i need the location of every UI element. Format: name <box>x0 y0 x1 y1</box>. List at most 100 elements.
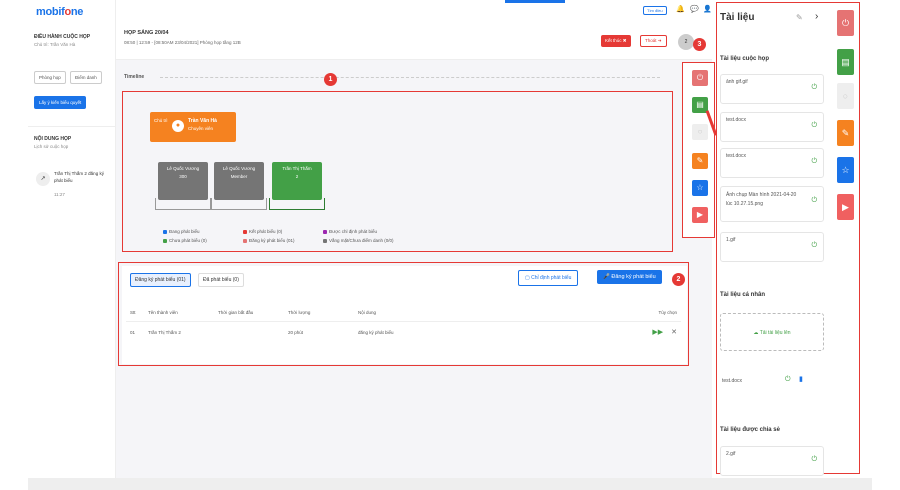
user-icon-top[interactable]: 👤 <box>703 5 712 13</box>
tab-registered[interactable]: Đăng ký phát biểu (01) <box>130 273 191 287</box>
table-row: 01 Trần Thị Thắm 2 20 phút đăng ký phát … <box>126 322 681 343</box>
chevron-right-icon[interactable]: › <box>815 11 818 22</box>
queue-card-3[interactable]: Trần Thị Thắm 2 <box>272 162 322 200</box>
top-right-button[interactable]: Tìm điều <box>643 6 667 15</box>
meeting-room-button[interactable]: Phòng họp <box>34 71 66 84</box>
end-meeting-button[interactable]: Kết thúc ✖ <box>601 35 631 47</box>
doc-side-icon[interactable]: ▤ <box>837 49 854 75</box>
document-item[interactable]: Ảnh chụp Màn hình 2021-04-20 lúc 10.27.1… <box>720 186 824 222</box>
queue-name: Trần Thị Thắm <box>282 166 312 171</box>
user-icon: ● <box>172 120 184 132</box>
col-header: Tên thành viên <box>144 304 214 322</box>
cell-stt: 01 <box>130 329 136 335</box>
edit-tool-icon[interactable]: ✎ <box>692 153 708 169</box>
feedback-button[interactable]: Lấy ý kiến biểu quyết <box>34 96 87 109</box>
meeting-header: HỌP SÁNG 20/04 08:50 | 12:59 - [08:50AM … <box>116 20 712 60</box>
marker-2: 2 <box>672 273 685 286</box>
download-icon[interactable]: ⏻ <box>811 456 817 464</box>
speech-table: Stt Tên thành viên Thời gian bắt đầu Thờ… <box>126 304 681 342</box>
left-panel-subtitle: Chủ trì: Trần Văn Hà <box>34 42 76 47</box>
pdf-tool-icon[interactable]: ⏻ <box>692 70 708 86</box>
legend-item: Chưa phát biểu (0) <box>163 238 207 243</box>
register-speech-button[interactable]: 🎤 Đăng ký phát biểu <box>597 270 662 284</box>
activity-time: 11:27 <box>54 192 65 197</box>
upload-dropzone[interactable]: ☁ Tải tài liệu lên <box>720 313 824 351</box>
meeting-history-label: Lịch sử cuộc họp <box>34 144 69 149</box>
pdf-side-icon[interactable]: ⏻ <box>837 10 854 36</box>
meeting-time: 08:50 | 12:59 - [08:50AM 23/04/2021] Phò… <box>124 40 241 45</box>
assign-speaker-button[interactable]: ▢ Chỉ định phát biểu <box>518 270 579 286</box>
left-panel-title: ĐIỀU HÀNH CUỘC HỌP <box>34 34 91 40</box>
seat-icon <box>155 198 211 210</box>
document-item[interactable]: 1.gif ⏻ <box>720 232 824 262</box>
queue-detail: 2 <box>295 174 299 179</box>
logo: mobifone <box>36 6 84 18</box>
col-header: Thời gian bắt đầu <box>214 304 284 322</box>
disabled-tool-icon[interactable]: ○ <box>692 124 708 140</box>
documents-title: Tài liệu <box>720 12 755 23</box>
document-item[interactable]: 2.gif ⏻ <box>720 446 824 476</box>
cell-duration: 20 phút <box>288 329 304 335</box>
chair-title: Chuyên viên <box>188 126 214 131</box>
cell-content: đăng ký phát biểu <box>358 329 394 335</box>
queue-card-2[interactable]: Lê Quốc Vương Member <box>214 162 264 200</box>
seat-icon <box>269 198 325 210</box>
video-side-icon[interactable]: ▶ <box>837 194 854 220</box>
col-header: Tùy chọn <box>631 304 681 322</box>
cell-actions: ▶▶ ✕ <box>631 322 681 343</box>
activity-text: Trần Thị Thắm 2 đăng ký phát biểu <box>54 171 104 183</box>
bell-icon[interactable]: 🔔 <box>676 5 685 13</box>
col-header: Stt <box>126 304 144 322</box>
marker-3: 3 <box>693 38 706 51</box>
meeting-content-title: NỘI DUNG HỌP <box>34 136 72 142</box>
queue-name: Lê Quốc Vương <box>222 166 256 171</box>
meeting-docs-section: Tài liệu cuộc họp <box>720 56 770 62</box>
download-icon[interactable]: ⏻ <box>811 196 817 205</box>
share-icon[interactable]: ▮ <box>799 375 803 383</box>
star-side-icon[interactable]: ☆ <box>837 157 854 183</box>
edit-side-icon[interactable]: ✎ <box>837 120 854 146</box>
tab-spoken[interactable]: Đã phát biểu (0) <box>198 273 244 287</box>
user-icon: ↗ <box>36 172 50 186</box>
leave-button[interactable]: Thoát ➜ <box>640 35 667 47</box>
col-header: Thời lượng <box>284 304 354 322</box>
chat-icon[interactable]: 💬 <box>690 5 699 13</box>
attendance-button[interactable]: Điểm danh <box>70 71 102 84</box>
document-item[interactable]: test.docx ⏻ <box>720 148 824 178</box>
meeting-title: HỌP SÁNG 20/04 <box>124 30 169 36</box>
download-icon[interactable]: ⏻ <box>811 84 817 92</box>
chair-name: Trần Văn Hà <box>188 118 217 124</box>
cell-name: Trần Thị Thắm 2 <box>148 329 181 335</box>
play-icon[interactable]: ▶▶ <box>652 329 663 336</box>
document-item[interactable]: ảnh gif.gif ⏻ <box>720 74 824 104</box>
seat-icon <box>211 198 267 210</box>
shared-docs-section: Tài liệu được chia sẻ <box>720 427 780 433</box>
download-icon[interactable]: ⏻ <box>811 158 817 166</box>
timeline-label: Timeline <box>124 74 145 80</box>
legend-item: Đăng ký phát biểu (01) <box>243 238 295 243</box>
close-icon[interactable]: ✕ <box>671 329 677 336</box>
document-item[interactable]: test.docx ⏻ <box>720 112 824 142</box>
download-icon[interactable]: ⏻ <box>785 376 791 384</box>
legend-item: Kết phát biểu (0) <box>243 229 282 234</box>
avatar[interactable]: 2 <box>678 34 694 50</box>
download-icon[interactable]: ⏻ <box>811 242 817 250</box>
queue-card-1[interactable]: Lê Quốc Vương 300 <box>158 162 208 200</box>
video-tool-icon[interactable]: ▶ <box>692 207 708 223</box>
legend-item: Vắng mặt/Chưa điểm danh (0/0) <box>323 238 394 243</box>
personal-document-item[interactable]: test.docx <box>722 378 742 384</box>
chair-role: Chủ trì <box>154 118 168 123</box>
disabled-side-icon[interactable]: ○ <box>837 83 854 109</box>
timeline-line <box>160 77 660 78</box>
legend-item: Được chỉ định phát biểu <box>323 229 377 234</box>
left-panel: mobifone ĐIỀU HÀNH CUỘC HỌP Chủ trì: Trầ… <box>28 0 116 490</box>
personal-docs-section: Tài liệu cá nhân <box>720 292 766 298</box>
chair-card[interactable]: Chủ trì ● Trần Văn Hà Chuyên viên <box>150 112 236 142</box>
bottom-bar <box>28 478 872 490</box>
star-tool-icon[interactable]: ☆ <box>692 180 708 196</box>
pin-icon[interactable]: ✎ <box>796 13 803 22</box>
marker-1: 1 <box>324 73 337 86</box>
divider <box>28 126 116 127</box>
download-icon[interactable]: ⏻ <box>811 122 817 130</box>
cell-start <box>214 322 284 343</box>
